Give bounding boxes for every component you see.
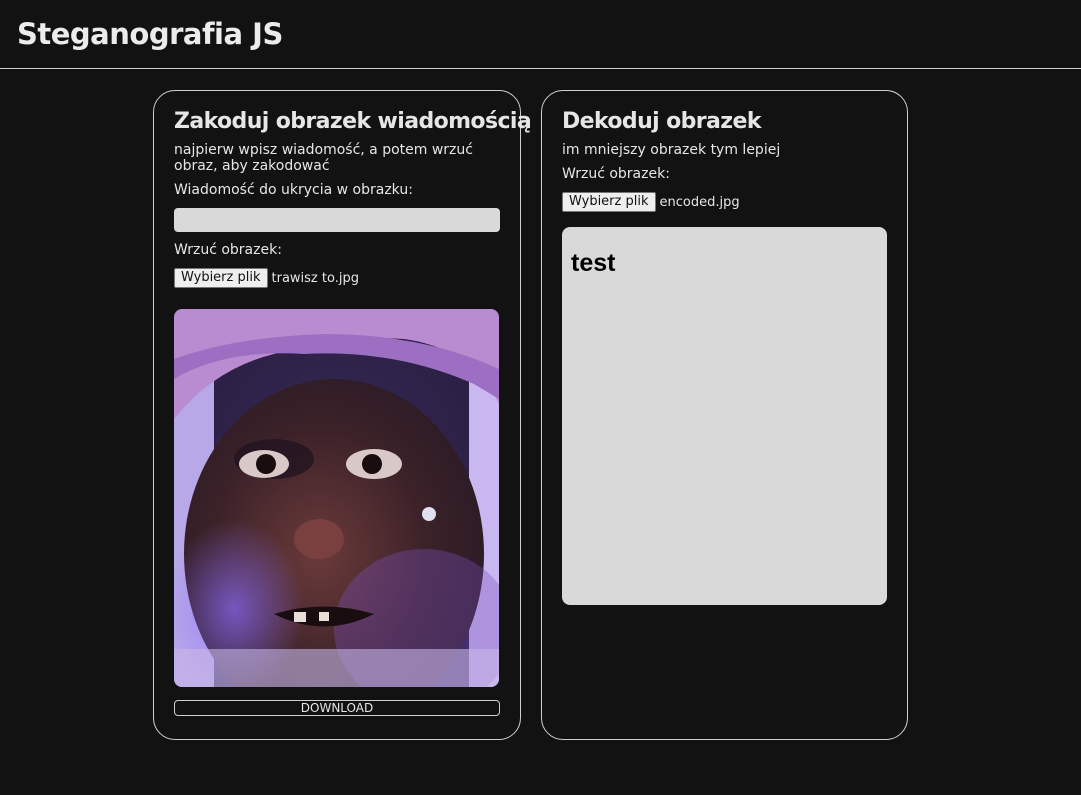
encode-file-picker: Wybierz plik trawisz to.jpg xyxy=(174,268,500,288)
encode-file-name: trawisz to.jpg xyxy=(271,270,359,286)
encoded-image-preview xyxy=(174,309,499,687)
message-input[interactable] xyxy=(174,208,500,232)
page-title: Steganografia JS xyxy=(17,17,283,51)
decode-title: Dekoduj obrazek xyxy=(562,109,761,134)
decode-file-name: encoded.jpg xyxy=(659,194,740,210)
decode-description: im mniejszy obrazek tym lepiej xyxy=(562,142,781,158)
decoded-message-text: test xyxy=(571,249,616,277)
decode-choose-file-button[interactable]: Wybierz plik xyxy=(562,192,656,212)
decode-upload-label: Wrzuć obrazek: xyxy=(562,166,670,182)
encode-card: Zakoduj obrazek wiadomością najpierw wpi… xyxy=(153,90,532,740)
decode-card: Dekoduj obrazek im mniejszy obrazek tym … xyxy=(541,90,908,740)
preview-photo xyxy=(174,309,499,687)
encode-upload-label: Wrzuć obrazek: xyxy=(174,242,282,258)
decode-file-picker: Wybierz plik encoded.jpg xyxy=(562,192,887,212)
encode-title: Zakoduj obrazek wiadomością xyxy=(174,109,532,134)
encode-choose-file-button[interactable]: Wybierz plik xyxy=(174,268,268,288)
encode-description: najpierw wpisz wiadomość, a potem wrzuć … xyxy=(174,142,473,174)
app-header: Steganografia JS xyxy=(0,0,1081,69)
decoded-message-box: test xyxy=(562,227,887,605)
download-button[interactable]: DOWNLOAD xyxy=(174,700,500,716)
message-label: Wiadomość do ukrycia w obrazku: xyxy=(174,182,413,198)
